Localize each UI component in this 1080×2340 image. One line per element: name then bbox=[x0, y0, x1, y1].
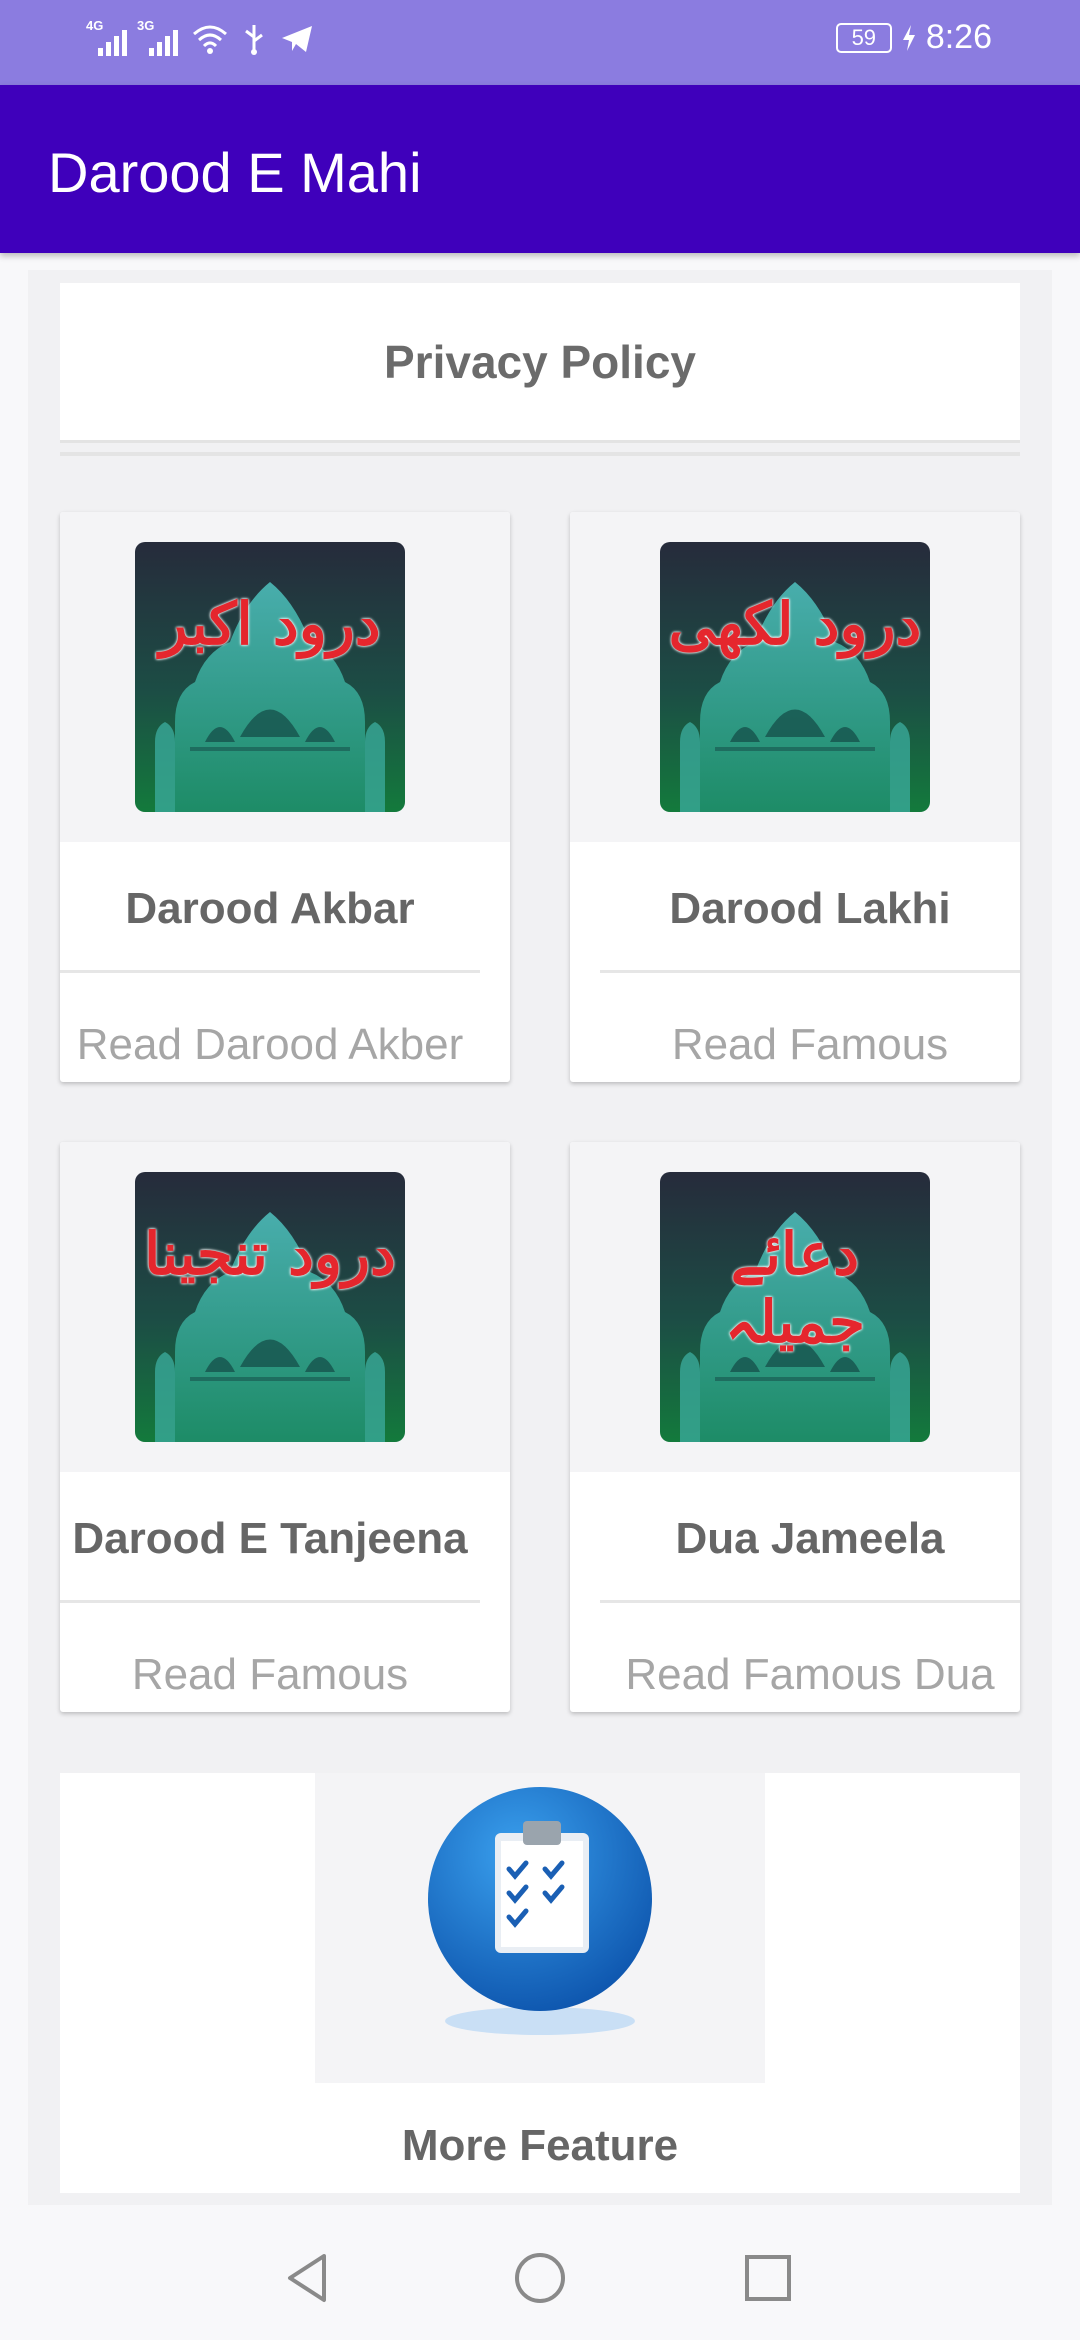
card-divider bbox=[60, 1600, 480, 1603]
divider bbox=[60, 452, 1020, 456]
checklist-icon bbox=[428, 1787, 652, 2035]
signal-icon-1: 4G bbox=[86, 18, 127, 56]
card-subtitle: Read Famous Dua bbox=[625, 1650, 995, 1699]
wifi-icon bbox=[193, 25, 227, 54]
card-subtitle: Read Famous bbox=[671, 1020, 949, 1069]
card-subtitle: Read Darood Akber bbox=[76, 1020, 464, 1069]
home-icon[interactable] bbox=[510, 2248, 570, 2308]
card-title: Darood E Tanjeena bbox=[72, 1514, 468, 1563]
battery-icon: 59 bbox=[835, 22, 892, 53]
privacy-policy-label: Privacy Policy bbox=[384, 335, 696, 388]
app-title: Darood E Mahi bbox=[48, 141, 422, 204]
card-image-area: درود تنجینا bbox=[60, 1142, 510, 1472]
more-feature-button[interactable]: More Feature bbox=[60, 1773, 1020, 2193]
card-divider bbox=[60, 970, 480, 973]
signal-icon-2: 3G bbox=[137, 18, 178, 56]
darood-lakhi-icon: درود لکھی bbox=[660, 542, 930, 812]
privacy-policy-button[interactable]: Privacy Policy bbox=[60, 283, 1020, 443]
card-title: Dua Jameela bbox=[675, 1514, 945, 1563]
charging-icon bbox=[902, 24, 915, 51]
more-feature-image bbox=[315, 1773, 765, 2083]
status-right: 59 8:26 bbox=[835, 18, 992, 57]
card-image-area: درود اکبر bbox=[60, 512, 510, 842]
recents-icon[interactable] bbox=[738, 2248, 798, 2308]
app-bar: Darood E Mahi bbox=[0, 85, 1080, 253]
card-subtitle: Read Famous bbox=[131, 1650, 409, 1699]
card-image-area: دعائے جمیلہ bbox=[570, 1142, 1020, 1472]
darood-card[interactable]: دعائے جمیلہ Dua Jameela Read Famous Dua bbox=[570, 1142, 1020, 1712]
darood-card[interactable]: درود تنجینا Darood E Tanjeena Read Famou… bbox=[60, 1142, 510, 1712]
navigation-bar bbox=[0, 2208, 1080, 2340]
darood-tanjeena-icon: درود تنجینا bbox=[135, 1172, 405, 1442]
darood-akbar-icon: درود اکبر bbox=[135, 542, 405, 812]
more-feature-label: More Feature bbox=[401, 2121, 679, 2170]
card-divider bbox=[600, 970, 1020, 973]
card-title: Darood Akbar bbox=[125, 884, 415, 933]
status-icons: 4G 3G bbox=[86, 18, 314, 56]
usb-icon bbox=[245, 25, 263, 55]
card-divider bbox=[600, 1600, 1020, 1603]
telegram-icon bbox=[282, 26, 312, 52]
dua-jameela-icon: دعائے جمیلہ bbox=[660, 1172, 930, 1442]
back-icon[interactable] bbox=[280, 2248, 340, 2308]
darood-card[interactable]: درود اکبر Darood Akbar Read Darood Akber bbox=[60, 512, 510, 1082]
card-title: Darood Lakhi bbox=[669, 884, 951, 933]
darood-card[interactable]: درود لکھی Darood Lakhi Read Famous bbox=[570, 512, 1020, 1082]
card-image-area: درود لکھی bbox=[570, 512, 1020, 842]
clock: 8:26 bbox=[925, 18, 992, 56]
status-bar: 4G 3G 59 8:26 bbox=[0, 0, 1080, 85]
